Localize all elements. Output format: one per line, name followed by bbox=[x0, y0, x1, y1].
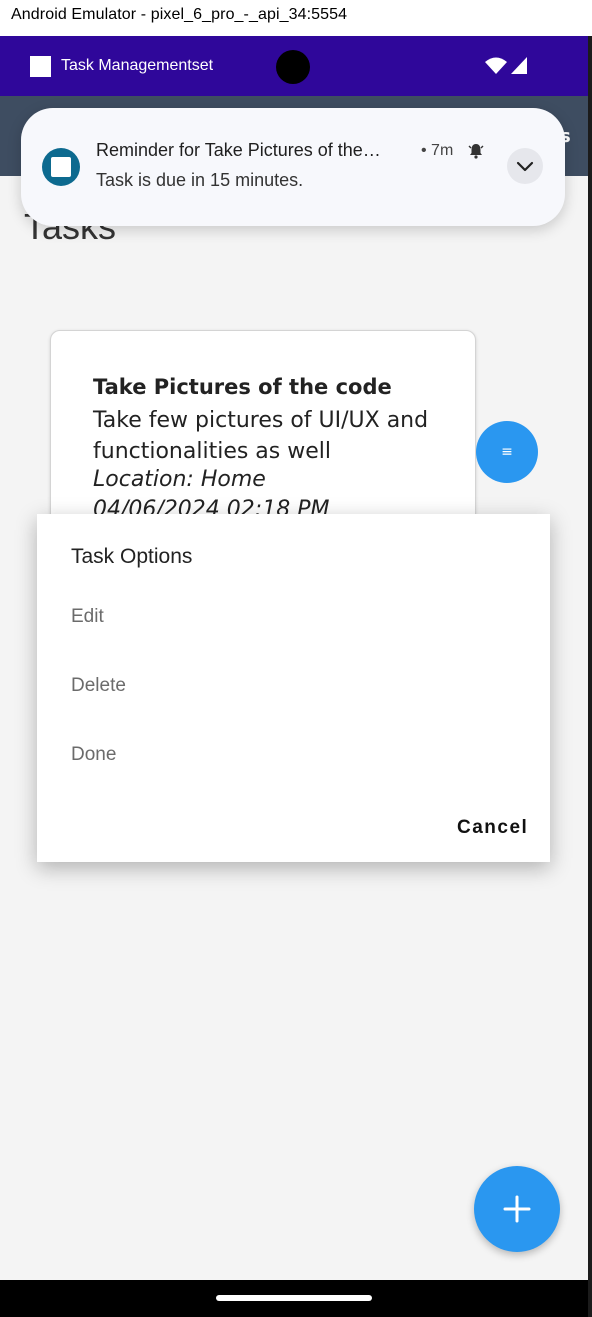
camera-cutout bbox=[276, 50, 310, 84]
cancel-button[interactable]: Cancel bbox=[457, 817, 528, 839]
emulator-titlebar: Android Emulator - pixel_6_pro_-_api_34:… bbox=[0, 0, 592, 34]
status-app-title: Task Managementset bbox=[61, 57, 214, 74]
notification-body: Task is due in 15 minutes. bbox=[96, 170, 304, 190]
reminder-notification[interactable]: Reminder for Take Pictures of the… • 7m … bbox=[21, 108, 565, 226]
task-description: Take few pictures of UI/UX and functiona… bbox=[93, 408, 429, 464]
notification-title: Reminder for Take Pictures of the… bbox=[96, 140, 381, 160]
expand-notification-button[interactable] bbox=[507, 148, 543, 184]
task-location: Location: Home bbox=[93, 467, 266, 492]
menu-icon: ≡ bbox=[501, 444, 513, 460]
edit-option[interactable]: Edit bbox=[71, 606, 104, 628]
home-handle[interactable] bbox=[216, 1295, 372, 1301]
add-task-button[interactable] bbox=[474, 1166, 560, 1252]
emulator-window-title: Android Emulator - pixel_6_pro_-_api_34:… bbox=[11, 6, 348, 23]
app-icon bbox=[30, 56, 51, 77]
bell-icon bbox=[468, 144, 484, 159]
signal-icon bbox=[511, 57, 527, 74]
device-bezel bbox=[588, 36, 592, 1317]
task-card[interactable]: Take Pictures of the code Take few pictu… bbox=[50, 330, 476, 532]
task-options-dialog: Task Options Edit Delete Done Cancel bbox=[37, 514, 550, 862]
app-icon bbox=[42, 148, 80, 186]
task-title: Take Pictures of the code bbox=[93, 375, 392, 399]
delete-option[interactable]: Delete bbox=[71, 675, 126, 697]
task-menu-button[interactable]: ≡ bbox=[476, 421, 538, 483]
chevron-down-icon bbox=[516, 161, 534, 172]
dialog-title: Task Options bbox=[71, 545, 193, 568]
done-option[interactable]: Done bbox=[71, 744, 116, 766]
wifi-icon bbox=[485, 57, 507, 74]
notification-time: • 7m bbox=[421, 142, 454, 159]
plus-icon bbox=[503, 1195, 531, 1223]
status-bar: Task Managementset bbox=[0, 36, 588, 96]
device-screen: Task Managementset I s Tasks Take Pictur… bbox=[0, 36, 588, 1317]
navigation-bar bbox=[0, 1280, 588, 1317]
